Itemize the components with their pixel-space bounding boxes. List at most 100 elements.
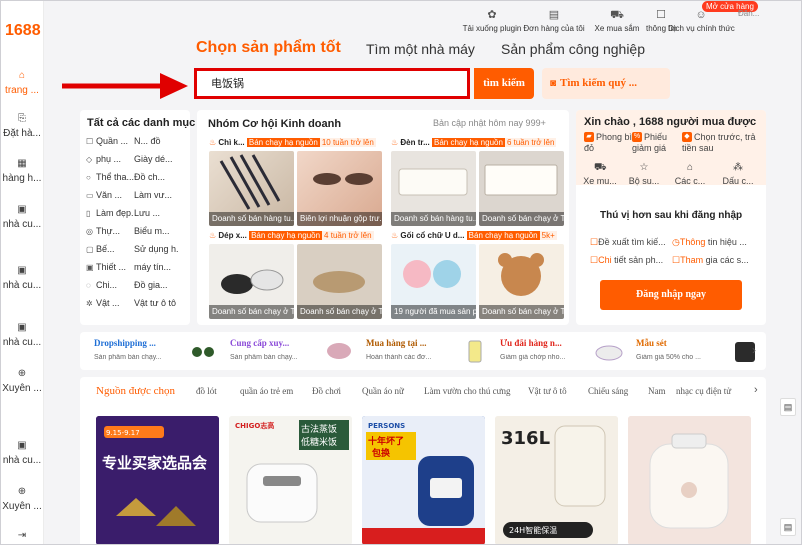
quick-shops[interactable]: ⌂ Các c...: [670, 162, 710, 186]
perk-red-envelope[interactable]: ▰ Phong bì đỏ: [584, 132, 634, 154]
quick-cart[interactable]: ⛟ Xe mu...: [580, 162, 620, 186]
chevron-right-icon[interactable]: ›: [752, 343, 756, 357]
sidebar-item-supplier-3[interactable]: ▣ nhà cu...: [0, 322, 44, 348]
product-card[interactable]: 316L 24H智能保温: [495, 416, 618, 545]
sidebar-item-home[interactable]: ⌂ trang ...: [0, 70, 44, 96]
topnav-my-orders[interactable]: ▤ Đơn hàng của tôi: [523, 8, 585, 33]
tab-auto-supplies[interactable]: Vật tư ô tô: [528, 386, 567, 396]
tab-womens-clothing[interactable]: Quần áo nữ: [362, 386, 404, 396]
product-card[interactable]: CHIGO志高 古法蒸饭 低糖米饭: [229, 416, 352, 545]
sidebar-item-supplier-4[interactable]: ▣ nhà cu...: [0, 440, 44, 466]
category-link[interactable]: Giày dé...: [134, 154, 178, 164]
category-link[interactable]: Đồ ch...: [134, 172, 178, 182]
category-row[interactable]: ▣ Thiết ... máy tín...: [86, 262, 186, 276]
opportunity-card[interactable]: ♨ Đèn tr... Bán chạy hạ nguồn 6 tuần trở …: [391, 138, 566, 228]
mini-rice-cooker-image: [628, 416, 751, 545]
tab-lighting[interactable]: Chiếu sáng: [588, 386, 628, 396]
tab-electronic-instruments[interactable]: nhạc cụ điện tử: [676, 386, 731, 396]
category-link[interactable]: máy tín...: [134, 262, 178, 272]
category-row[interactable]: ▢Bế...Sử dụng h...: [86, 244, 186, 258]
logo[interactable]: 1688: [5, 22, 41, 40]
category-link[interactable]: Làm đẹp...: [96, 208, 134, 218]
tab-men[interactable]: Nam: [648, 386, 666, 396]
category-row[interactable]: ◌ Chi... Đồ gia...: [86, 280, 186, 294]
category-link[interactable]: Bế...: [96, 244, 134, 254]
product-thumbnail[interactable]: Doanh số bán chạy ở T...: [297, 244, 382, 319]
product-thumbnail[interactable]: Doanh số bán chạy ở T...: [479, 244, 564, 319]
category-link[interactable]: Thể tha...: [96, 172, 134, 182]
tab-industrial-products[interactable]: Sản phẩm công nghiệp: [501, 41, 645, 57]
product-thumbnail[interactable]: 19 người đã mua sản ph...: [391, 244, 476, 319]
product-subline: 包换: [371, 447, 391, 459]
promo-buy-at[interactable]: Mua hàng tại ... Hoàn thành các đơ...: [366, 336, 502, 366]
sidebar-item-supplier-2[interactable]: ▣ nhà cu...: [0, 265, 44, 291]
category-row[interactable]: ○ Thể tha...Đồ ch...: [86, 172, 186, 186]
promo-dropshipping[interactable]: Dropshipping ... Sản phẩm bán chạy...: [94, 336, 230, 366]
topnav-cart[interactable]: ⛟ Xe mua sắm: [594, 8, 640, 33]
category-link[interactable]: Sử dụng h...: [134, 244, 178, 254]
buyer-event-banner: 9.15-9.17 专业买家选品会: [96, 416, 219, 545]
category-link[interactable]: Biểu m...: [134, 226, 178, 236]
opportunities-updated[interactable]: Bản cập nhật hôm nay 999+: [433, 118, 546, 128]
image-search-button[interactable]: ◙ Tìm kiếm quý ...: [542, 68, 670, 99]
tab-underwear[interactable]: đồ lót: [196, 386, 217, 396]
search-input[interactable]: 电饭锅: [194, 68, 470, 99]
category-link[interactable]: phụ ...: [96, 154, 134, 164]
perk-coupon[interactable]: % Phiếu giảm giá: [632, 132, 682, 154]
product-thumbnail[interactable]: Doanh số bán hàng tu...: [391, 151, 476, 226]
category-link[interactable]: Vật ...: [96, 298, 134, 308]
promo-deals[interactable]: Ưu đãi hàng n... Giảm giá chớp nho...: [500, 336, 636, 366]
category-link[interactable]: Đồ gia...: [134, 280, 178, 290]
category-link[interactable]: Chi...: [96, 280, 134, 290]
topnav-plugin[interactable]: ✿ Tải xuống plugin: [462, 8, 522, 33]
product-card[interactable]: [628, 416, 751, 545]
category-link[interactable]: Văn ...: [96, 190, 134, 200]
opportunity-card[interactable]: ♨ Chì k... Bán chạy hạ nguồn 10 tuần trở …: [209, 138, 384, 228]
notes-icon[interactable]: ▤: [780, 398, 796, 416]
category-row[interactable]: ◇ phụ ... Giày dé...: [86, 154, 186, 168]
category-link[interactable]: Thự...: [96, 226, 134, 236]
category-row[interactable]: ✲ Vật ... Vật tư ô tô: [86, 298, 186, 312]
tab-find-factory[interactable]: Tìm một nhà máy: [366, 41, 475, 57]
product-thumbnail[interactable]: Doanh số bán chạy ở T...: [479, 151, 564, 226]
category-link[interactable]: Thiết ...: [96, 262, 134, 272]
sidebar-item-orders[interactable]: ⎘ Đặt hà...: [0, 113, 44, 139]
sidebar-item-more[interactable]: ⇥: [0, 530, 44, 545]
perk-buy-later[interactable]: ◆ Chọn trước, trả tiền sau: [682, 132, 762, 154]
chevron-right-icon[interactable]: ›: [754, 384, 758, 396]
category-link[interactable]: Vật tư ô tô: [134, 298, 178, 308]
notes-icon[interactable]: ▤: [780, 518, 796, 536]
category-link[interactable]: Làm vư...: [134, 190, 178, 200]
quick-footprints[interactable]: ⁂ Dấu c...: [718, 162, 758, 186]
tab-toys[interactable]: Đồ chơi: [312, 386, 341, 396]
product-thumbnail[interactable]: Doanh số bán hàng tu...: [209, 151, 294, 226]
tab-good-products[interactable]: Chọn sản phẩm tốt: [196, 39, 341, 57]
sidebar-item-supplier-1[interactable]: ▣ nhà cu...: [0, 204, 44, 230]
sidebar-item-crossborder-1[interactable]: ⊕ Xuyên ...: [0, 368, 44, 394]
category-link[interactable]: Lưu ...: [134, 208, 178, 218]
product-thumbnail[interactable]: Biên lợi nhuận gộp trư...: [297, 151, 382, 226]
opportunity-card[interactable]: ♨ Gối cổ chữ U d... Bán chạy hạ nguồn 5k+…: [391, 231, 566, 321]
tab-kids-clothing[interactable]: quần áo trẻ em: [240, 386, 293, 396]
category-row[interactable]: ▭ Văn ... Làm vư...: [86, 190, 186, 204]
login-link[interactable]: Đăn...: [738, 9, 764, 31]
search-button[interactable]: tìm kiếm: [474, 68, 534, 99]
tab-selected-sources[interactable]: Nguồn được chọn: [96, 385, 175, 397]
sidebar-item-label: hàng h...: [2, 173, 42, 184]
sidebar-item-crossborder-2[interactable]: ⊕ Xuyên ...: [0, 486, 44, 512]
tab-pet-garden[interactable]: Làm vườn cho thú cưng: [424, 386, 511, 396]
sidebar-item-goods[interactable]: ▦ hàng h...: [0, 158, 44, 184]
product-card[interactable]: PERSONS 十年坏了 包换: [362, 416, 485, 545]
category-row[interactable]: ◎ Thự... Biểu m...: [86, 226, 186, 240]
product-thumbnail[interactable]: Doanh số bán chạy ở T...: [209, 244, 294, 319]
topnav-label: Đơn hàng của tôi: [523, 24, 585, 33]
login-button[interactable]: Đăng nhập ngay: [600, 280, 742, 310]
category-link[interactable]: N... đồ: [134, 136, 178, 146]
product-card[interactable]: 9.15-9.17 专业买家选品会: [96, 416, 219, 545]
category-row[interactable]: ☐ Quần ... N... đồ: [86, 136, 186, 150]
promo-crossborder[interactable]: Cung cấp xuy... Sản phẩm bán chạy...: [230, 336, 366, 366]
category-row[interactable]: ▯ Làm đẹp...Lưu ...: [86, 208, 186, 222]
quick-collection[interactable]: ☆ Bộ su...: [624, 162, 664, 186]
category-link[interactable]: Quần ...: [96, 136, 134, 146]
opportunity-card[interactable]: ♨ Dép x... Bán chạy hạ nguồn 4 tuần trở l…: [209, 231, 384, 321]
